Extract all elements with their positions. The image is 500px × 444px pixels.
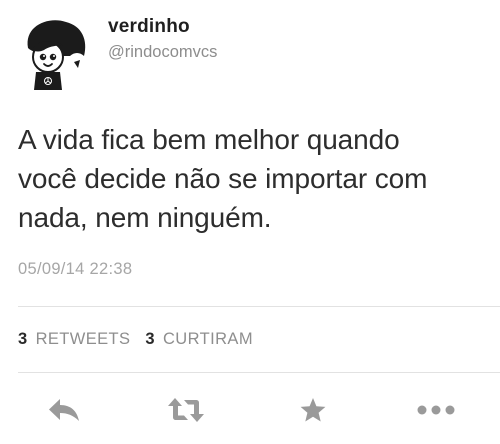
star-icon <box>300 398 326 422</box>
author-handle[interactable]: @rindocomvcs <box>108 41 217 63</box>
favorites-stat[interactable]: 3 CURTIRAM <box>145 330 253 349</box>
favorites-count: 3 <box>145 330 155 348</box>
tweet-stats: 3 RETWEETS 3 CURTIRAM <box>18 330 263 349</box>
favorite-button[interactable] <box>291 388 335 432</box>
more-button[interactable] <box>414 388 458 432</box>
tweet-detail: verdinho @rindocomvcs A vida fica bem me… <box>0 0 500 444</box>
divider <box>18 306 500 307</box>
tweet-timestamp: 05/09/14 22:38 <box>18 260 133 278</box>
reply-button[interactable] <box>42 388 86 432</box>
avatar[interactable] <box>14 12 94 92</box>
retweets-stat[interactable]: 3 RETWEETS <box>18 330 130 349</box>
retweet-button[interactable] <box>164 388 208 432</box>
action-bar <box>0 388 500 432</box>
author-info[interactable]: verdinho @rindocomvcs <box>108 16 217 63</box>
divider <box>18 372 500 373</box>
favorites-label: CURTIRAM <box>162 330 253 348</box>
tweet-text-line: nada, nem ninguém. <box>18 202 272 233</box>
retweet-icon <box>168 398 204 422</box>
tweet-text: A vida fica bem melhor quando você decid… <box>18 120 488 237</box>
more-icon <box>417 405 455 415</box>
tweet-text-line: A vida fica bem melhor quando <box>18 124 400 155</box>
retweets-count: 3 <box>18 330 28 348</box>
reply-icon <box>49 399 79 421</box>
tweet-text-line: você decide não se importar com <box>18 163 428 194</box>
author-display-name[interactable]: verdinho <box>108 16 217 38</box>
avatar-cartoon-icon <box>27 20 86 90</box>
retweets-label: RETWEETS <box>35 330 131 348</box>
